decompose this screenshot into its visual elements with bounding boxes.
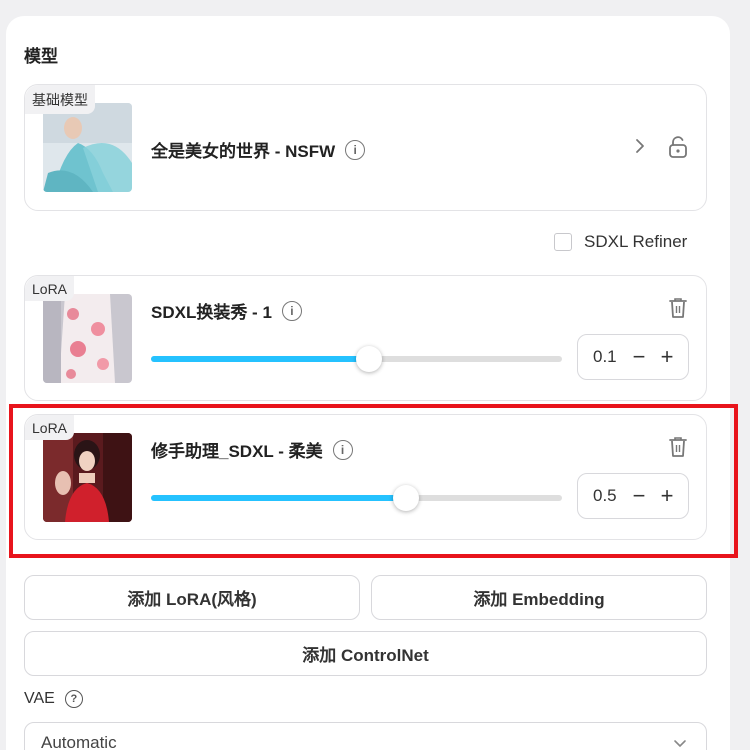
add-controlnet-button[interactable]: 添加 ControlNet <box>24 631 707 676</box>
slider-handle[interactable] <box>392 485 419 511</box>
add-embedding-button[interactable]: 添加 Embedding <box>371 575 707 620</box>
slider-handle[interactable] <box>355 346 382 372</box>
lora-name-text: 修手助理_SDXL - 柔美 <box>151 442 323 461</box>
vae-select[interactable]: Automatic <box>24 722 707 750</box>
lora-weight-stepper[interactable]: 0.5 − + <box>577 473 689 519</box>
lora-card: LoRA 修手助理_SDXL - 柔美 i 0.5 − + <box>24 414 707 540</box>
lora-name-text: SDXL换装秀 - 1 <box>151 303 272 322</box>
base-model-name-text: 全是美女的世界 - NSFW <box>151 142 336 161</box>
base-model-card[interactable]: 基础模型 全是美女的世界 - NSFW i <box>24 84 707 211</box>
sdxl-refiner-label: SDXL Refiner <box>584 232 688 251</box>
vae-label-text: VAE <box>24 690 55 707</box>
increment-button[interactable]: + <box>657 346 677 368</box>
slider-fill <box>151 356 369 362</box>
increment-button[interactable]: + <box>657 485 677 507</box>
lora-weight-slider[interactable] <box>151 485 562 511</box>
lora-name: 修手助理_SDXL - 柔美 i <box>151 437 353 462</box>
lora-card: LoRA SDXL换装秀 - 1 i 0.1 − + <box>24 275 707 401</box>
weight-value[interactable]: 0.1 <box>593 347 621 367</box>
decrement-button[interactable]: − <box>629 485 649 507</box>
vae-selected-value: Automatic <box>41 733 117 750</box>
lora-thumbnail <box>43 433 132 522</box>
add-lora-button[interactable]: 添加 LoRA(风格) <box>24 575 360 620</box>
lora-weight-slider[interactable] <box>151 346 562 372</box>
lora-thumbnail <box>43 294 132 383</box>
base-model-thumbnail <box>43 103 132 192</box>
trash-icon[interactable] <box>667 296 689 320</box>
trash-icon[interactable] <box>667 435 689 459</box>
info-icon[interactable]: i <box>345 139 366 160</box>
unlock-icon[interactable] <box>667 135 689 159</box>
vae-label: VAE ? <box>24 690 83 708</box>
sdxl-refiner-checkbox[interactable] <box>554 233 572 251</box>
base-model-badge: 基础模型 <box>25 85 95 114</box>
weight-value[interactable]: 0.5 <box>593 486 621 506</box>
info-icon[interactable]: i <box>332 439 353 460</box>
info-icon[interactable]: i <box>281 300 302 321</box>
chevron-right-icon[interactable] <box>629 135 651 157</box>
chevron-down-icon <box>674 740 686 748</box>
lora-badge: LoRA <box>25 276 75 301</box>
lora-badge: LoRA <box>25 415 75 440</box>
sdxl-refiner-option[interactable]: SDXL Refiner <box>554 232 687 252</box>
section-title: 模型 <box>24 47 58 66</box>
help-icon[interactable]: ? <box>64 690 83 708</box>
base-model-name: 全是美女的世界 - NSFW i <box>151 137 366 162</box>
lora-weight-stepper[interactable]: 0.1 − + <box>577 334 689 380</box>
slider-fill <box>151 495 406 501</box>
lora-name: SDXL换装秀 - 1 i <box>151 298 302 323</box>
decrement-button[interactable]: − <box>629 346 649 368</box>
